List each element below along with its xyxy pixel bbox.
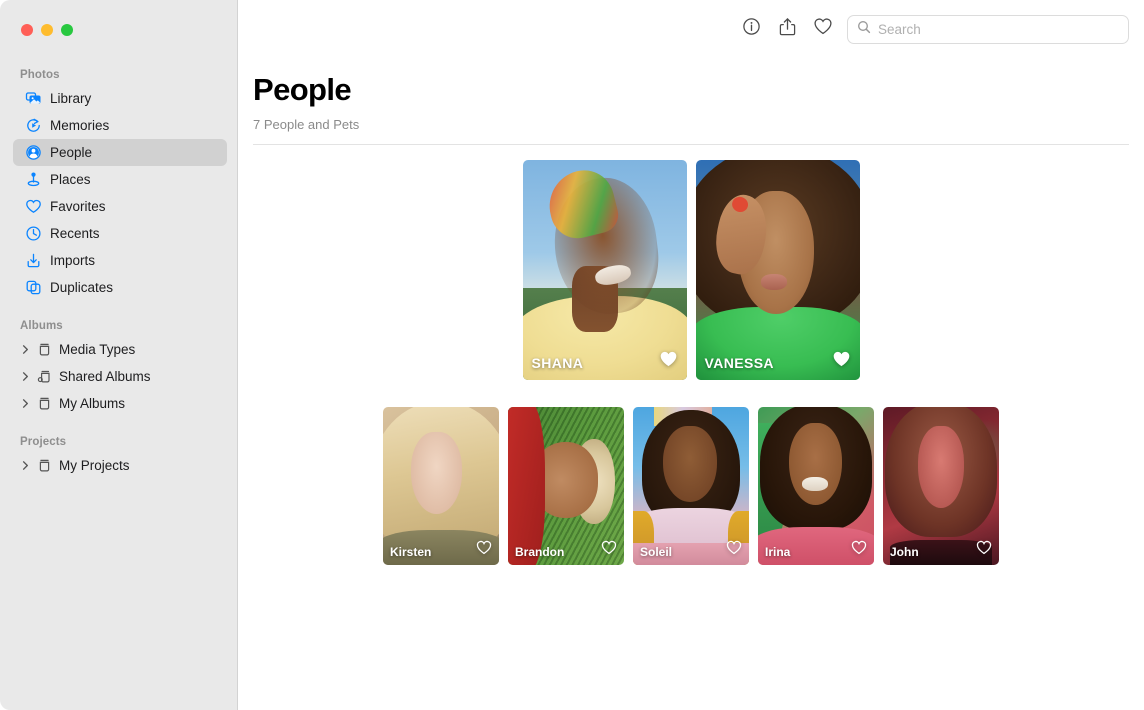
close-button[interactable] [21, 24, 33, 36]
memories-icon [25, 117, 42, 134]
person-name: VANESSA [705, 355, 774, 371]
heart-icon [25, 198, 42, 215]
sidebar-item-places[interactable]: Places [13, 166, 227, 193]
sidebar-item-label: Favorites [50, 200, 106, 214]
favorite-heart-filled-icon[interactable] [659, 350, 678, 373]
chevron-right-icon[interactable] [20, 460, 31, 471]
heart-icon [813, 17, 833, 41]
person-name: Soleil [640, 545, 672, 559]
person-tile[interactable]: Soleil [633, 407, 749, 565]
person-tile[interactable]: VANESSA [696, 160, 860, 380]
sidebar-item-imports[interactable]: Imports [13, 247, 227, 274]
favorite-heart-outline-icon[interactable] [476, 540, 492, 560]
chevron-right-icon[interactable] [20, 344, 31, 355]
page-subtitle: 7 People and Pets [238, 108, 1144, 132]
favorite-heart-filled-icon[interactable] [832, 350, 851, 373]
sidebar-item-label: Library [50, 92, 91, 106]
share-icon [778, 17, 797, 42]
sidebar-item-label: My Projects [59, 459, 130, 473]
library-icon [25, 90, 42, 107]
sidebar-item-label: Media Types [59, 343, 135, 357]
minimize-button[interactable] [41, 24, 53, 36]
person-tile[interactable]: Kirsten [383, 407, 499, 565]
people-row: Kirsten Brandon [238, 407, 1144, 565]
sidebar-item-label: Memories [50, 119, 109, 133]
sidebar-section-projects-header: Projects [0, 436, 237, 452]
sidebar-item-label: Shared Albums [59, 370, 151, 384]
shared-album-icon [36, 368, 53, 385]
sidebar-item-label: Duplicates [50, 281, 113, 295]
duplicates-icon [25, 279, 42, 296]
featured-row: SHANA VANESSA [238, 160, 1144, 380]
person-tile[interactable]: Irina [758, 407, 874, 565]
sidebar-item-label: Places [50, 173, 91, 187]
sidebar-item-label: People [50, 146, 92, 160]
toolbar: Search [238, 0, 1144, 58]
sidebar-item-label: My Albums [59, 397, 125, 411]
sidebar-item-my-albums[interactable]: My Albums [13, 390, 227, 417]
search-field[interactable]: Search [847, 15, 1129, 44]
person-name: Kirsten [390, 545, 431, 559]
favorite-heart-outline-icon[interactable] [976, 540, 992, 560]
zoom-button[interactable] [61, 24, 73, 36]
info-icon [742, 17, 761, 41]
import-icon [25, 252, 42, 269]
person-name: Brandon [515, 545, 564, 559]
person-tile[interactable]: Brandon [508, 407, 624, 565]
sidebar-item-my-projects[interactable]: My Projects [13, 452, 227, 479]
chevron-right-icon[interactable] [20, 371, 31, 382]
search-input[interactable]: Search [878, 22, 921, 37]
search-icon [857, 20, 871, 39]
favorite-button[interactable] [805, 14, 841, 44]
favorite-heart-outline-icon[interactable] [851, 540, 867, 560]
person-name: SHANA [532, 355, 584, 371]
sidebar-item-duplicates[interactable]: Duplicates [13, 274, 227, 301]
photos-window: Photos Library Memories People Places [0, 0, 1144, 710]
info-button[interactable] [733, 14, 769, 44]
favorite-heart-outline-icon[interactable] [601, 540, 617, 560]
person-photo [523, 160, 687, 380]
sidebar-item-recents[interactable]: Recents [13, 220, 227, 247]
person-name: John [890, 545, 919, 559]
favorite-heart-outline-icon[interactable] [726, 540, 742, 560]
sidebar-item-library[interactable]: Library [13, 85, 227, 112]
sidebar-section-albums-header: Albums [0, 320, 237, 336]
page-title: People [238, 58, 1144, 108]
person-tile[interactable]: John [883, 407, 999, 565]
content-area: Search People 7 People and Pets SHANA [238, 0, 1144, 710]
people-icon [25, 144, 42, 161]
share-button[interactable] [769, 14, 805, 44]
places-icon [25, 171, 42, 188]
album-icon [36, 395, 53, 412]
sidebar: Photos Library Memories People Places [0, 0, 238, 710]
sidebar-item-label: Recents [50, 227, 100, 241]
sidebar-item-people[interactable]: People [13, 139, 227, 166]
sidebar-item-label: Imports [50, 254, 95, 268]
people-grid: SHANA VANESSA [238, 145, 1144, 565]
album-icon [36, 457, 53, 474]
person-name: Irina [765, 545, 790, 559]
sidebar-item-media-types[interactable]: Media Types [13, 336, 227, 363]
person-tile[interactable]: SHANA [523, 160, 687, 380]
sidebar-item-shared-albums[interactable]: Shared Albums [13, 363, 227, 390]
sidebar-item-favorites[interactable]: Favorites [13, 193, 227, 220]
sidebar-section-photos-header: Photos [0, 69, 237, 85]
chevron-right-icon[interactable] [20, 398, 31, 409]
sidebar-item-memories[interactable]: Memories [13, 112, 227, 139]
person-photo [696, 160, 860, 380]
album-icon [36, 341, 53, 358]
clock-icon [25, 225, 42, 242]
window-controls [0, 0, 237, 36]
